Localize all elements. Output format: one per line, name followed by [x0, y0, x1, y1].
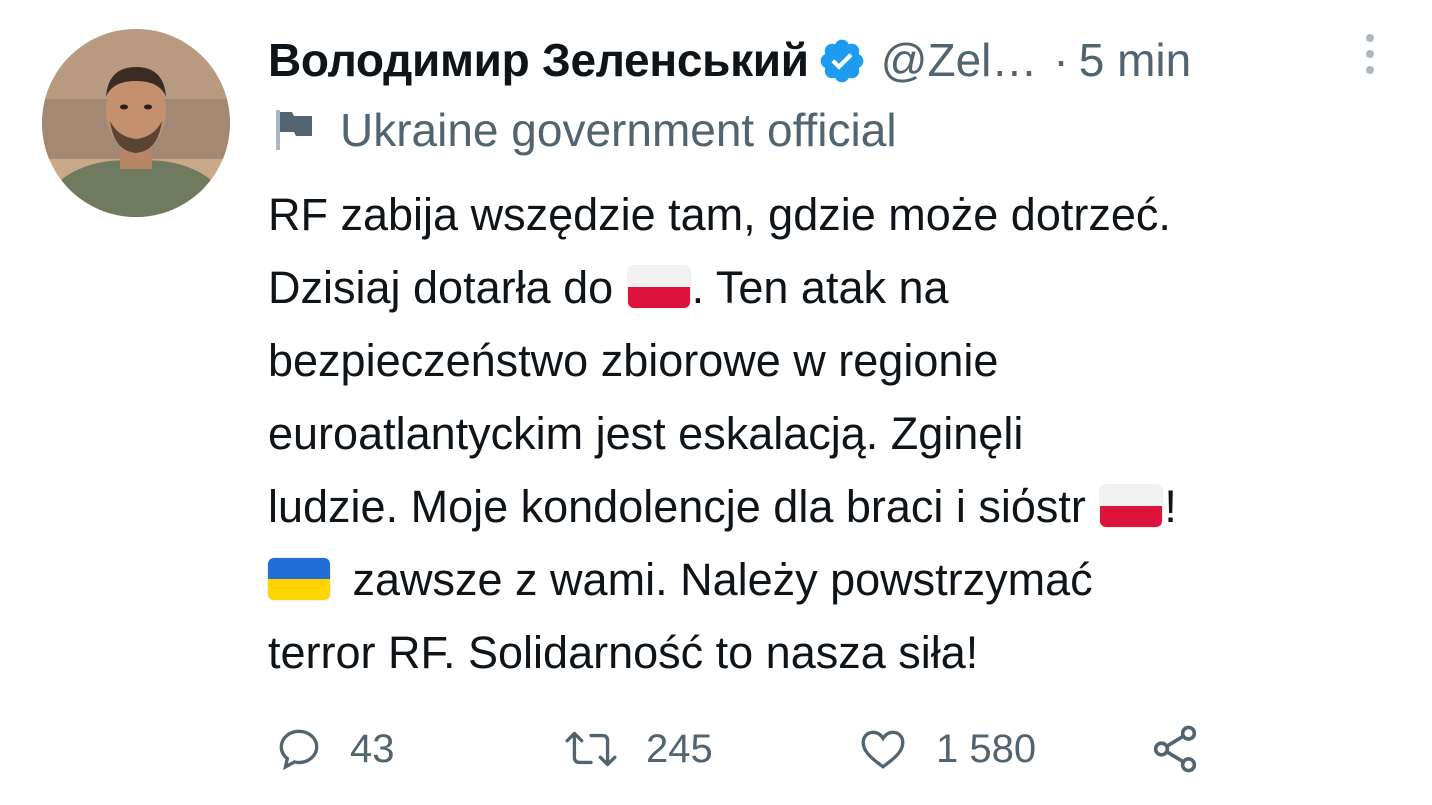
tweet-line-2: Dzisiaj dotarła do . Ten atak na	[268, 251, 1408, 324]
author-display-name[interactable]: Володимир Зеленський	[268, 33, 809, 87]
tweet-line-6: zawsze z wami. Należy powstrzymać	[268, 543, 1408, 616]
share-icon	[1153, 725, 1197, 773]
retweet-icon	[565, 731, 617, 767]
tweet-text-segment: !	[1164, 481, 1177, 532]
tweet-line-4: euroatlantyckim jest eskalacją. Zginęli	[268, 408, 1024, 459]
flag-poland-icon	[627, 266, 690, 309]
avatar[interactable]	[42, 29, 230, 217]
tweet-line-5: ludzie. Moje kondolencje dla braci i siό…	[268, 470, 1408, 543]
reply-button[interactable]: 43	[274, 716, 395, 782]
more-vertical-icon[interactable]	[1358, 30, 1382, 78]
retweet-button[interactable]: 245	[562, 716, 713, 782]
like-button[interactable]: 1 580	[856, 716, 1036, 782]
flag-icon	[270, 106, 320, 154]
tweet-text-segment: Dzisiaj dotarła do	[268, 262, 626, 313]
tweet-text-segment: . Ten atak na	[691, 262, 949, 313]
government-label[interactable]: Ukraine government official	[270, 100, 897, 160]
reply-icon	[279, 729, 319, 771]
tweet-time[interactable]: 5 min	[1079, 33, 1191, 87]
like-count: 1 580	[936, 726, 1037, 771]
share-button[interactable]	[1148, 716, 1202, 782]
retweet-count: 245	[646, 726, 713, 771]
tweet-text-segment: ludzie. Moje kondolencje dla braci i siό…	[268, 481, 1099, 532]
avatar-image	[42, 29, 230, 217]
reply-count: 43	[350, 726, 395, 771]
tweet-text-segment: zawsze z wami. Należy powstrzymać	[340, 554, 1093, 605]
label-text: Ukraine government official	[340, 104, 897, 156]
flag-poland-icon	[1100, 485, 1163, 528]
tweet-actions: 43 245 1 580	[268, 716, 1268, 782]
separator: ·	[1053, 34, 1069, 86]
tweet-text: RF zabija wszędzie tam, gdzie może dotrz…	[268, 178, 1408, 689]
tweet-line-3: bezpieczeństwo zbiorowe w regionie	[268, 335, 999, 386]
verified-badge-icon	[817, 36, 867, 86]
tweet[interactable]: Володимир Зеленський @Zel… · 5 min Ukrai…	[0, 0, 1432, 805]
tweet-line-7: terror RF. Solidarność to nasza siła!	[268, 627, 979, 678]
tweet-line-1: RF zabija wszędzie tam, gdzie może dotrz…	[268, 189, 1171, 240]
flag-ukraine-icon	[268, 558, 330, 601]
author-handle[interactable]: @Zel…	[881, 33, 1038, 87]
tweet-header: Володимир Зеленський @Zel… · 5 min	[268, 28, 1388, 92]
heart-icon	[861, 730, 905, 769]
